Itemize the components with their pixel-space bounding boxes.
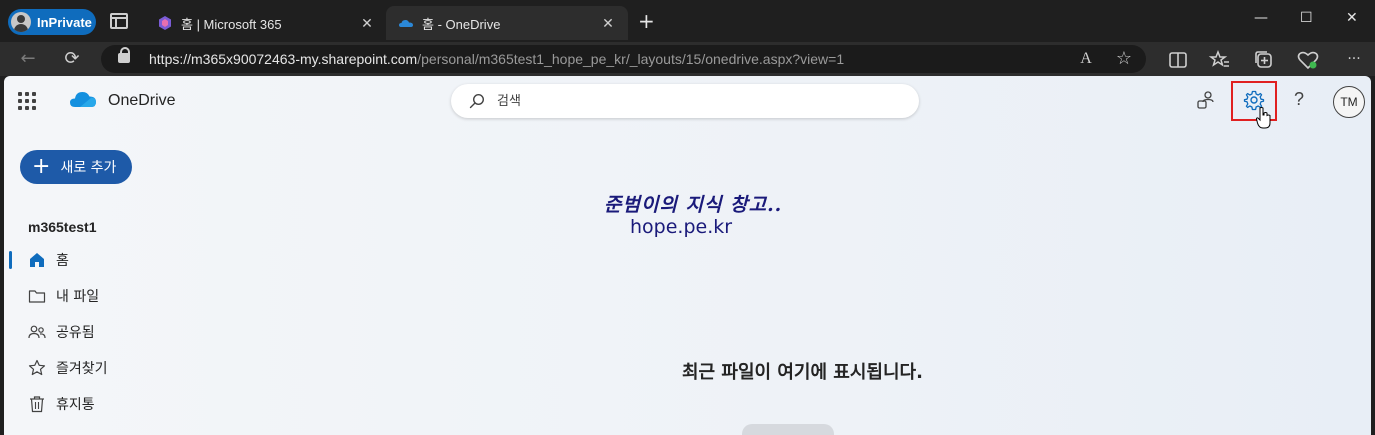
nav-item-home[interactable]: 홈 [28,248,69,272]
lock-icon[interactable] [118,47,130,63]
new-tab-button[interactable]: + [638,11,655,31]
share-people-icon[interactable] [1194,88,1218,112]
active-nav-indicator [9,251,12,269]
nav-item-shared[interactable]: 공유됨 [28,320,95,344]
tab-close-icon[interactable]: ✕ [600,15,616,31]
browser-tab-bar: InPrivate 홈 | Microsoft 365 ✕ 홈 - OneDri… [0,0,1375,42]
close-window-button[interactable]: ✕ [1346,10,1358,26]
star-icon [28,359,46,376]
onedrive-cloud-icon [399,20,413,27]
nav-item-recycle-bin[interactable]: 휴지통 [28,392,95,416]
account-avatar[interactable]: TM [1333,86,1365,118]
watermark-title: 준범이의 지식 창고.. [604,194,783,216]
nav-label: 홈 [56,253,69,269]
search-icon [469,93,485,109]
onedrive-page: OneDrive ? TM + 새로 추가 준범이의 지식 창고.. hope.… [4,76,1371,435]
url-path: /personal/m365test1_hope_pe_kr/_layouts/… [417,51,845,67]
profile-avatar-icon [11,12,31,32]
hand-cursor-icon [1256,107,1271,129]
onedrive-logo-icon [70,92,96,107]
back-button[interactable]: ← [16,47,40,71]
split-screen-icon[interactable] [1166,48,1190,72]
nav-label: 내 파일 [56,289,100,305]
favorite-star-icon[interactable]: ☆ [1112,47,1136,71]
nav-item-favorites[interactable]: 즐겨찾기 [28,356,108,380]
inprivate-label: InPrivate [37,14,92,30]
minimize-button[interactable]: — [1254,10,1268,26]
search-box[interactable] [451,84,919,118]
maximize-button[interactable]: ☐ [1300,10,1313,26]
tab-close-icon[interactable]: ✕ [359,15,375,31]
people-icon [28,325,46,339]
empty-state-illustration [742,424,834,435]
nav-label: 휴지통 [56,397,95,413]
address-bar-row: ← ⟳ https://m365x90072463-my.sharepoint.… [0,42,1375,76]
tab-title: 홈 | Microsoft 365 [181,16,282,32]
app-name: OneDrive [108,92,176,109]
app-launcher-icon[interactable] [18,92,36,110]
trash-icon [30,396,44,413]
tab-microsoft365[interactable]: 홈 | Microsoft 365 ✕ [145,6,387,40]
plus-icon: + [32,154,51,179]
tab-actions-icon[interactable] [110,13,128,29]
folder-icon [28,290,46,303]
more-menu-icon[interactable]: ··· [1342,47,1366,71]
url-host: https://m365x90072463-my.sharepoint.com [149,51,418,67]
home-icon [30,253,44,267]
new-button[interactable]: + 새로 추가 [20,150,132,184]
collections-icon[interactable] [1252,48,1276,72]
user-section-label: m365test1 [28,219,97,235]
favorites-icon[interactable] [1208,48,1232,72]
address-input[interactable]: https://m365x90072463-my.sharepoint.com/… [101,45,1146,73]
browser-essentials-icon[interactable] [1296,48,1320,72]
nav-label: 즐겨찾기 [56,361,108,377]
tab-onedrive[interactable]: 홈 - OneDrive ✕ [386,6,628,40]
help-button[interactable]: ? [1294,89,1304,110]
tab-title: 홈 - OneDrive [422,16,501,32]
microsoft365-icon [159,16,171,30]
watermark-url: hope.pe.kr [630,216,733,238]
nav-label: 공유됨 [56,325,95,341]
read-aloud-icon[interactable]: A [1074,47,1098,71]
search-input[interactable] [497,90,897,112]
inprivate-badge[interactable]: InPrivate [8,9,96,35]
empty-state-message: 최근 파일이 여기에 표시됩니다. [682,362,923,383]
nav-item-my-files[interactable]: 내 파일 [28,284,99,308]
new-button-label: 새로 추가 [60,160,117,176]
refresh-button[interactable]: ⟳ [60,47,84,71]
